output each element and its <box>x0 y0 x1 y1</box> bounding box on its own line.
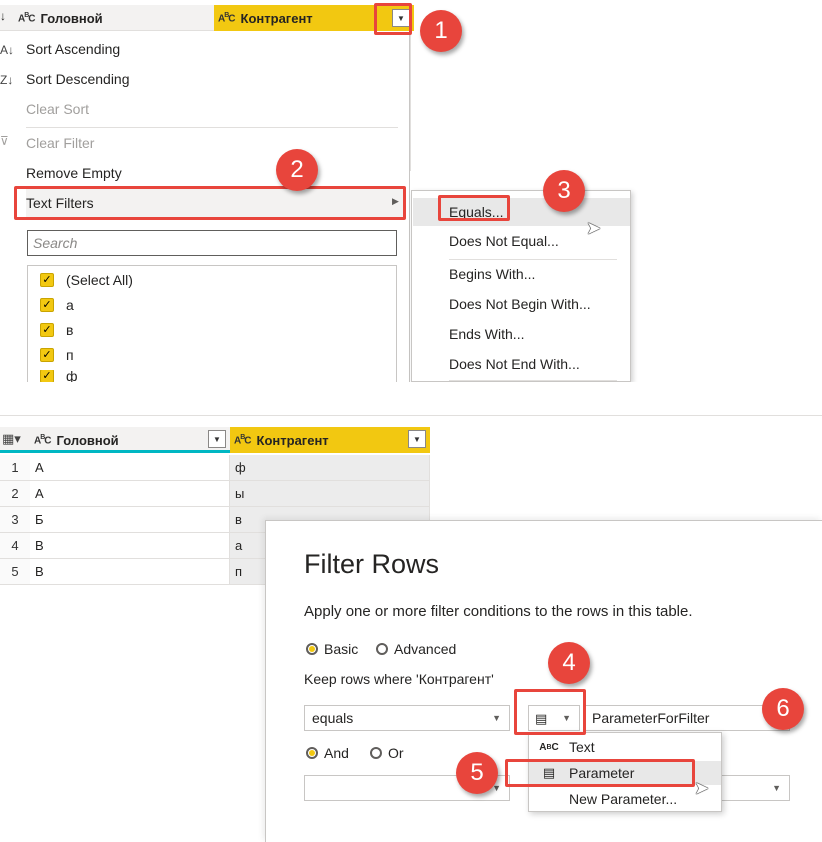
menu-item-sort-descending[interactable]: Sort Descending <box>26 70 130 88</box>
radio-unselected-icon <box>376 643 388 655</box>
column-dropdown-button[interactable]: ▼ <box>208 430 226 448</box>
menu-item-sort-ascending[interactable]: Sort Ascending <box>26 40 120 58</box>
grid-line <box>410 31 411 171</box>
popup-item-new-parameter[interactable]: New Parameter... <box>529 787 721 811</box>
submenu-item-ends-with[interactable]: Ends With... <box>449 325 524 343</box>
mouse-cursor-icon: ➤ <box>694 778 710 798</box>
annotation-badge-4: 4 <box>548 642 590 684</box>
annotation-badge-1: 1 <box>420 10 462 52</box>
clear-filter-icon: ⊽ <box>0 134 9 148</box>
popup-item-text[interactable]: ABC Text <box>529 735 721 759</box>
annotation-badge-6: 6 <box>762 688 804 730</box>
annotation-badge-3: 3 <box>543 170 585 212</box>
submenu-item-does-not-equal[interactable]: Does Not Equal... <box>449 232 559 250</box>
search-input[interactable]: Search <box>27 230 397 256</box>
sort-descending-icon: Z↓ <box>0 73 14 87</box>
row-number: 4 <box>0 533 30 559</box>
menu-item-clear-filter[interactable]: Clear Filter <box>26 134 94 152</box>
table-cell[interactable]: Б <box>30 507 230 533</box>
menu-separator <box>26 127 398 128</box>
radio-basic[interactable]: Basic <box>306 641 358 657</box>
annotation-box-3 <box>438 195 510 221</box>
checkbox-checked-icon: ✓ <box>40 370 54 382</box>
row-number: 3 <box>0 507 30 533</box>
table-cell[interactable]: А <box>30 481 230 507</box>
abc-type-icon: ABC <box>18 11 36 25</box>
radio-selected-icon <box>306 643 318 655</box>
submenu-item-begins-with[interactable]: Begins With... <box>449 265 535 283</box>
checkbox-checked-icon: ✓ <box>40 273 54 287</box>
dialog-title: Filter Rows <box>304 549 440 579</box>
chevron-down-icon: ▼ <box>492 713 501 723</box>
annotation-box-4 <box>514 689 586 735</box>
radio-selected-icon <box>306 747 318 759</box>
column-dropdown-button[interactable]: ▼ <box>408 430 426 448</box>
abc-type-icon: ABC <box>218 11 236 25</box>
operator-select[interactable]: equals ▼ <box>304 705 510 731</box>
row-number: 5 <box>0 559 30 585</box>
annotation-badge-2: 2 <box>276 149 318 191</box>
table-cell[interactable]: ы <box>230 481 430 507</box>
menu-item-clear-sort[interactable]: Clear Sort <box>26 100 89 118</box>
annotation-box-1 <box>374 3 412 35</box>
sort-arrow-icon: ↓ <box>0 9 6 23</box>
abc-type-icon: ABC <box>34 433 52 447</box>
value-checklist: ✓ (Select All) ✓ а ✓ в ✓ п ✓ ф <box>27 265 397 382</box>
checkbox-checked-icon: ✓ <box>40 323 54 337</box>
chevron-down-icon: ▼ <box>772 783 781 793</box>
submenu-separator <box>449 380 617 381</box>
checklist-item[interactable]: ✓ а <box>40 297 74 313</box>
abc-type-icon: ABC <box>539 741 559 753</box>
annotation-badge-5: 5 <box>456 752 498 794</box>
table-menu-icon[interactable]: ▦▾ <box>2 431 26 449</box>
checkbox-checked-icon: ✓ <box>40 298 54 312</box>
annotation-box-5 <box>505 759 695 787</box>
abc-type-icon: ABC <box>234 433 252 447</box>
checklist-item[interactable]: ✓ п <box>40 347 74 363</box>
annotation-box-2 <box>14 186 406 220</box>
column-header-golovnoy[interactable]: ABC Головной <box>18 5 214 31</box>
table-cell[interactable]: В <box>30 533 230 559</box>
submenu-separator <box>449 259 617 260</box>
table-cell[interactable]: В <box>30 559 230 585</box>
divider <box>0 415 822 416</box>
row-number: 2 <box>0 481 30 507</box>
radio-unselected-icon <box>370 747 382 759</box>
table-cell[interactable]: А <box>30 455 230 481</box>
value-input[interactable]: ParameterForFilter <box>584 705 790 731</box>
radio-and[interactable]: And <box>306 745 349 761</box>
mouse-cursor-icon: ➤ <box>586 218 602 238</box>
keep-rows-label: Keep rows where 'Контрагент' <box>304 671 494 687</box>
dialog-description: Apply one or more filter conditions to t… <box>304 603 693 620</box>
submenu-item-does-not-end-with[interactable]: Does Not End With... <box>449 355 580 373</box>
table-column-header-kontragent[interactable]: ABC Контрагент <box>230 427 430 453</box>
radio-advanced[interactable]: Advanced <box>376 641 456 657</box>
checklist-item[interactable]: ✓ ф <box>40 370 78 382</box>
checklist-item[interactable]: ✓ в <box>40 322 73 338</box>
submenu-item-does-not-begin-with[interactable]: Does Not Begin With... <box>449 295 591 313</box>
checklist-item[interactable]: ✓ (Select All) <box>40 272 133 288</box>
table-column-header-golovnoy[interactable]: ABC Головной <box>34 427 230 453</box>
menu-item-remove-empty[interactable]: Remove Empty <box>26 164 122 182</box>
sort-ascending-icon: A↓ <box>0 43 15 57</box>
radio-or[interactable]: Or <box>370 745 404 761</box>
table-cell[interactable]: ф <box>230 455 430 481</box>
row-number: 1 <box>0 455 30 481</box>
checkbox-checked-icon: ✓ <box>40 348 54 362</box>
